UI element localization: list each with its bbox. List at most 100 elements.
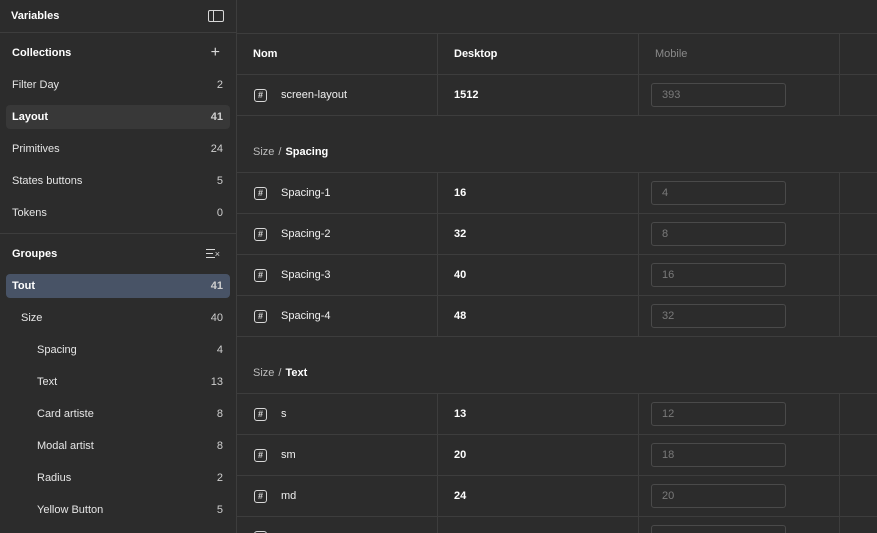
- table-toolbar: [237, 0, 877, 34]
- variable-name-cell[interactable]: # Spacing-1: [237, 173, 438, 213]
- variable-name: s: [281, 408, 287, 420]
- column-header-desktop[interactable]: Desktop: [438, 34, 639, 74]
- variable-name-cell[interactable]: # md: [237, 476, 438, 516]
- collection-count: 0: [216, 207, 223, 219]
- number-variable-icon: #: [254, 268, 267, 282]
- mobile-value-cell: [639, 75, 840, 115]
- group-parent-label: Size: [253, 367, 275, 379]
- table-row[interactable]: # sm 20: [237, 435, 877, 476]
- table-row[interactable]: # Spacing-2 32: [237, 214, 877, 255]
- group-item-text[interactable]: Text 13: [6, 370, 230, 394]
- sidebar-header: Variables: [0, 0, 236, 33]
- group-item-modal-artist[interactable]: Modal artist 8: [6, 434, 230, 458]
- table-row[interactable]: # Spacing-1 16: [237, 173, 877, 214]
- variable-name-cell[interactable]: # screen-layout: [237, 75, 438, 115]
- number-variable-icon: #: [254, 309, 267, 323]
- variable-name: screen-layout: [281, 89, 348, 101]
- desktop-value-cell[interactable]: 32: [438, 214, 639, 254]
- collection-label: Primitives: [12, 143, 60, 155]
- group-label: Tout: [12, 280, 36, 292]
- group-label: Radius: [37, 472, 72, 484]
- collections-header: Collections +: [0, 33, 236, 73]
- table-row-partial[interactable]: #: [237, 517, 877, 533]
- desktop-value: 20: [454, 449, 467, 461]
- mobile-value-input[interactable]: [651, 304, 786, 328]
- desktop-value: 1512: [454, 89, 479, 101]
- variable-name-cell[interactable]: # Spacing-3: [237, 255, 438, 295]
- group-parent-label: Size: [253, 146, 275, 158]
- table-row[interactable]: # md 24: [237, 476, 877, 517]
- group-item-radius[interactable]: Radius 2: [6, 466, 230, 490]
- column-header-mobile[interactable]: Mobile: [639, 34, 840, 74]
- column-header-name[interactable]: Nom: [237, 34, 438, 74]
- mobile-value-input[interactable]: [651, 402, 786, 426]
- add-collection-icon[interactable]: +: [211, 45, 220, 61]
- empty-cell: [840, 75, 877, 115]
- collection-item-layout[interactable]: Layout 41: [6, 105, 230, 129]
- desktop-value-cell[interactable]: 16: [438, 173, 639, 213]
- table-header: Nom Desktop Mobile: [237, 34, 877, 75]
- group-item-tout[interactable]: Tout 41: [6, 274, 230, 298]
- table-row[interactable]: # screen-layout 1512: [237, 75, 877, 116]
- group-item-spacing[interactable]: Spacing 4: [6, 338, 230, 362]
- group-count: 2: [216, 472, 223, 484]
- table-row[interactable]: # s 13: [237, 394, 877, 435]
- collection-item-tokens[interactable]: Tokens 0: [6, 201, 230, 225]
- desktop-value-cell[interactable]: 13: [438, 394, 639, 434]
- variable-name-cell[interactable]: #: [237, 517, 438, 533]
- desktop-value-cell[interactable]: 24: [438, 476, 639, 516]
- variable-name-cell[interactable]: # s: [237, 394, 438, 434]
- mobile-value-cell: [639, 394, 840, 434]
- mobile-value-cell: [639, 435, 840, 475]
- variable-name: Spacing-4: [281, 310, 331, 322]
- variable-name: Spacing-1: [281, 187, 331, 199]
- group-child-label: Spacing: [285, 146, 329, 158]
- collection-item-states-buttons[interactable]: States buttons 5: [6, 169, 230, 193]
- group-item-card-artiste[interactable]: Card artiste 8: [6, 402, 230, 426]
- variable-name-cell[interactable]: # Spacing-2: [237, 214, 438, 254]
- mobile-value-input[interactable]: [651, 443, 786, 467]
- desktop-value-cell[interactable]: 40: [438, 255, 639, 295]
- empty-cell: [840, 517, 877, 533]
- table-row[interactable]: # Spacing-4 48: [237, 296, 877, 337]
- panel-title: Variables: [11, 10, 60, 22]
- mobile-value-input[interactable]: [651, 484, 786, 508]
- mobile-value-input[interactable]: [651, 83, 786, 107]
- collection-item-filter-day[interactable]: Filter Day 2: [6, 73, 230, 97]
- number-variable-icon: #: [254, 407, 267, 421]
- empty-cell: [840, 435, 877, 475]
- toggle-sidebar-icon[interactable]: [208, 10, 224, 22]
- variable-name: Spacing-2: [281, 228, 331, 240]
- group-item-size[interactable]: Size 40: [6, 306, 230, 330]
- mobile-value-input[interactable]: [651, 181, 786, 205]
- collection-label: States buttons: [12, 175, 83, 187]
- column-header-label: Mobile: [655, 48, 688, 60]
- group-count: 13: [210, 376, 223, 388]
- mobile-value-cell: [639, 255, 840, 295]
- group-count: 8: [216, 440, 223, 452]
- collection-count: 5: [216, 175, 223, 187]
- mobile-value-input[interactable]: [651, 222, 786, 246]
- collection-label: Layout: [12, 111, 49, 123]
- desktop-value-cell[interactable]: 20: [438, 435, 639, 475]
- desktop-value-cell[interactable]: [438, 517, 639, 533]
- variable-name: sm: [281, 449, 296, 461]
- empty-cell: [840, 394, 877, 434]
- variable-name-cell[interactable]: # Spacing-4: [237, 296, 438, 336]
- mobile-value-input[interactable]: [651, 525, 786, 533]
- desktop-value-cell[interactable]: 1512: [438, 75, 639, 115]
- desktop-value-cell[interactable]: 48: [438, 296, 639, 336]
- group-item-yellow-button[interactable]: Yellow Button 5: [6, 498, 230, 522]
- group-label: Card artiste: [37, 408, 94, 420]
- group-label: Text: [37, 376, 58, 388]
- mobile-value-input[interactable]: [651, 263, 786, 287]
- collection-item-primitives[interactable]: Primitives 24: [6, 137, 230, 161]
- group-label: Yellow Button: [37, 504, 104, 516]
- sort-groups-icon[interactable]: ×: [206, 248, 220, 260]
- empty-cell: [840, 214, 877, 254]
- table-row[interactable]: # Spacing-3 40: [237, 255, 877, 296]
- desktop-value: 13: [454, 408, 467, 420]
- variable-name-cell[interactable]: # sm: [237, 435, 438, 475]
- mobile-value-cell: [639, 476, 840, 516]
- collection-count: 2: [216, 79, 223, 91]
